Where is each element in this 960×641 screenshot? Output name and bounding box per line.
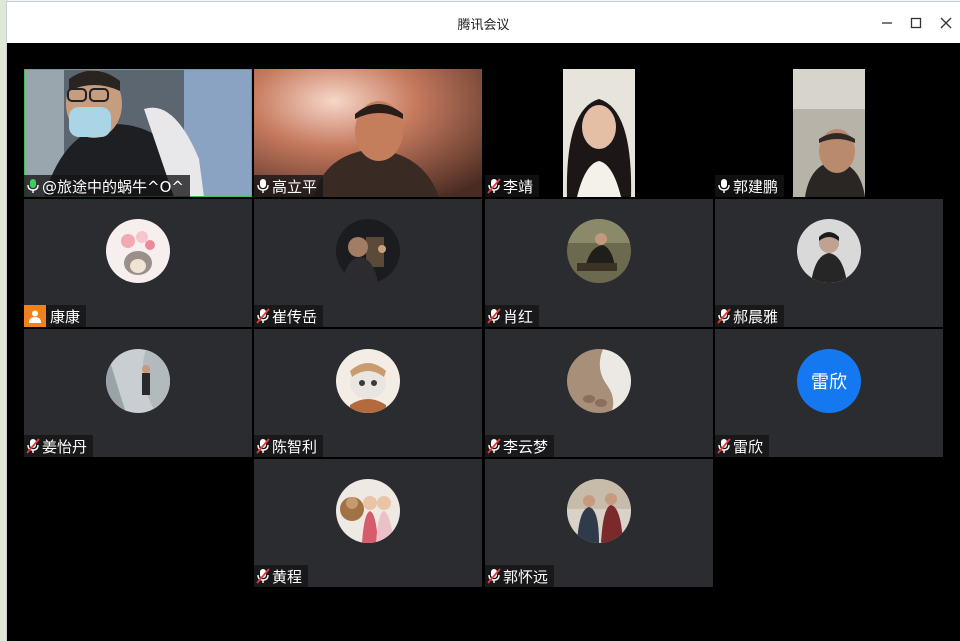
participant-tile[interactable]: 雷欣 雷欣 xyxy=(715,329,943,457)
participant-name: 郭怀远 xyxy=(503,567,549,586)
participant-nameplate: 郭建鹏 xyxy=(715,175,785,197)
participant-tile[interactable]: 高立平 xyxy=(254,69,482,197)
participant-name: @旅途中的蜗牛^O^ xyxy=(42,177,184,196)
maximize-icon[interactable] xyxy=(905,12,927,34)
microphone-muted-icon xyxy=(256,438,270,454)
participant-nameplate: 李靖 xyxy=(485,175,540,197)
title-bar: 腾讯会议 xyxy=(7,2,960,44)
participant-name: 雷欣 xyxy=(733,437,764,456)
participant-tile[interactable]: 黄程 xyxy=(254,459,482,587)
participant-avatar xyxy=(106,349,170,413)
participant-nameplate: 姜怡丹 xyxy=(24,435,94,457)
participant-avatar xyxy=(336,219,400,283)
participant-nameplate: 黄程 xyxy=(254,565,309,587)
participant-tile[interactable]: 陈智利 xyxy=(254,329,482,457)
participant-name: 郝晨雅 xyxy=(733,307,779,326)
participant-avatar xyxy=(106,219,170,283)
participant-tile[interactable]: 肖红 xyxy=(485,199,713,327)
microphone-muted-icon xyxy=(487,438,501,454)
participant-nameplate: 肖红 xyxy=(485,305,540,327)
meeting-window: 腾讯会议 @旅途中的蜗牛^O^ 高立平 李靖 郭建鹏 康康 崔传岳 肖红 郝晨雅… xyxy=(7,2,960,641)
participant-nameplate: 李云梦 xyxy=(485,435,555,457)
microphone-muted-icon xyxy=(256,308,270,324)
microphone-muted-icon xyxy=(487,568,501,584)
participant-nameplate: 陈智利 xyxy=(254,435,324,457)
participant-nameplate: 崔传岳 xyxy=(254,305,324,327)
user-icon xyxy=(24,305,46,327)
participant-avatar: 雷欣 xyxy=(797,349,861,413)
participant-tile[interactable]: @旅途中的蜗牛^O^ xyxy=(24,69,252,197)
participant-tile[interactable]: 康康 xyxy=(24,199,252,327)
window-title: 腾讯会议 xyxy=(457,18,510,33)
close-icon[interactable] xyxy=(935,12,957,34)
microphone-muted-icon xyxy=(256,568,270,584)
microphone-muted-icon xyxy=(487,178,501,194)
participant-avatar xyxy=(567,479,631,543)
participant-tile[interactable]: 崔传岳 xyxy=(254,199,482,327)
participant-name: 高立平 xyxy=(272,177,318,196)
participant-name: 李靖 xyxy=(503,177,534,196)
participant-nameplate: 康康 xyxy=(24,305,87,327)
participant-avatar xyxy=(567,219,631,283)
participant-nameplate: 郝晨雅 xyxy=(715,305,785,327)
participant-nameplate: 高立平 xyxy=(254,175,324,197)
participant-tile[interactable]: 郭怀远 xyxy=(485,459,713,587)
participant-name: 陈智利 xyxy=(272,437,318,456)
participant-nameplate: 雷欣 xyxy=(715,435,770,457)
participant-avatar xyxy=(336,479,400,543)
microphone-muted-icon xyxy=(717,438,731,454)
video-grid: @旅途中的蜗牛^O^ 高立平 李靖 郭建鹏 康康 崔传岳 肖红 郝晨雅 姜怡丹 … xyxy=(7,43,960,641)
participant-tile[interactable]: 姜怡丹 xyxy=(24,329,252,457)
participant-avatar xyxy=(567,349,631,413)
participant-tile[interactable]: 郝晨雅 xyxy=(715,199,943,327)
participant-name: 康康 xyxy=(50,307,81,326)
participant-name: 崔传岳 xyxy=(272,307,318,326)
participant-name: 郭建鹏 xyxy=(733,177,779,196)
participant-tile[interactable]: 郭建鹏 xyxy=(715,69,943,197)
participant-name: 李云梦 xyxy=(503,437,549,456)
participant-name: 肖红 xyxy=(503,307,534,326)
participant-tile[interactable]: 李靖 xyxy=(485,69,713,197)
microphone-muted-icon xyxy=(487,308,501,324)
participant-tile[interactable]: 李云梦 xyxy=(485,329,713,457)
participant-nameplate: 郭怀远 xyxy=(485,565,555,587)
microphone-on-icon xyxy=(717,178,731,194)
participant-avatar xyxy=(336,349,400,413)
minimize-icon[interactable] xyxy=(876,12,898,34)
microphone-muted-icon xyxy=(26,438,40,454)
microphone-on-icon xyxy=(256,178,270,194)
participant-name: 黄程 xyxy=(272,567,303,586)
participant-avatar xyxy=(797,219,861,283)
participant-name: 姜怡丹 xyxy=(42,437,88,456)
microphone-on-icon xyxy=(26,178,40,194)
microphone-muted-icon xyxy=(717,308,731,324)
participant-nameplate: @旅途中的蜗牛^O^ xyxy=(24,175,190,197)
